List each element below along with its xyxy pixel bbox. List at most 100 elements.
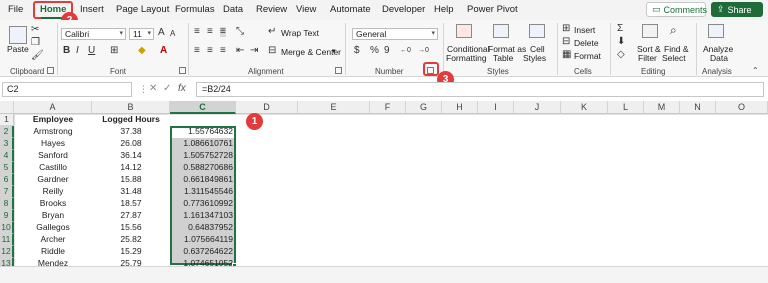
row-header[interactable]: 2 <box>0 126 14 138</box>
tab-data[interactable]: Data <box>223 4 243 15</box>
share-button[interactable]: ⇪ Share <box>711 2 763 17</box>
row-header[interactable]: 12 <box>0 246 14 258</box>
row-header[interactable]: 6 <box>0 174 14 186</box>
alignment-launcher-icon[interactable] <box>335 67 342 74</box>
cell-value[interactable]: 1.161347103 <box>170 210 236 222</box>
formula-input[interactable]: =B2/24 <box>196 82 764 97</box>
row-header[interactable]: 1 <box>0 114 14 126</box>
currency-button[interactable]: $ <box>354 46 360 56</box>
cell-value[interactable]: 0.773610992 <box>170 198 236 210</box>
column-header-a[interactable]: A <box>14 101 92 114</box>
row-header[interactable]: 8 <box>0 198 14 210</box>
font-name-box[interactable]: Calibri ▾ <box>61 28 126 40</box>
align-right-icon[interactable]: ≡ <box>220 46 226 56</box>
font-launcher-icon[interactable] <box>179 67 186 74</box>
cell-employee[interactable]: Gallegos <box>14 222 92 234</box>
cell-value[interactable]: 1.55764632 <box>170 126 236 138</box>
tab-file[interactable]: File <box>8 4 23 15</box>
row-header[interactable]: 7 <box>0 186 14 198</box>
align-middle-icon[interactable]: ≡ <box>207 27 213 37</box>
cell-styles-icon[interactable] <box>529 24 545 38</box>
cell-value[interactable]: 0.588270686 <box>170 162 236 174</box>
fill-icon[interactable]: ⬇ <box>617 37 625 47</box>
comments-button[interactable]: ▭ Comments <box>646 2 707 17</box>
collapse-ribbon-icon[interactable]: ⌃ <box>752 66 759 76</box>
cell-employee[interactable]: Archer <box>14 234 92 246</box>
align-center-icon[interactable]: ≡ <box>207 46 213 56</box>
column-header-k[interactable]: K <box>561 101 608 114</box>
worksheet-grid[interactable]: A B C D E F G H I J K L M N O 1234567891… <box>0 101 768 282</box>
number-format-box[interactable]: General ▾ <box>352 28 438 40</box>
paste-icon[interactable] <box>9 26 27 44</box>
tab-insert[interactable]: Insert <box>80 4 104 15</box>
cell-employee[interactable]: Castillo <box>14 162 92 174</box>
paste-button[interactable]: Paste <box>7 44 29 54</box>
bold-icon[interactable]: B <box>63 46 70 56</box>
column-header-i[interactable]: I <box>478 101 514 114</box>
align-top-icon[interactable]: ≡ <box>194 27 200 37</box>
cell-employee[interactable]: Riddle <box>14 246 92 258</box>
row-header[interactable]: 5 <box>0 162 14 174</box>
cell-value[interactable]: 0.637264622 <box>170 246 236 258</box>
cell-hours[interactable]: 36.14 <box>92 150 170 162</box>
row-header[interactable]: 10 <box>0 222 14 234</box>
column-header-j[interactable]: J <box>514 101 561 114</box>
percent-button[interactable]: % <box>370 46 379 56</box>
cancel-icon[interactable]: ✕ <box>149 84 157 94</box>
format-painter-icon[interactable]: 🖌 <box>31 51 44 61</box>
align-left-icon[interactable]: ≡ <box>194 46 200 56</box>
format-as-table-icon[interactable] <box>493 24 509 38</box>
cell-value[interactable]: 0.64837952 <box>170 222 236 234</box>
column-header-l[interactable]: L <box>608 101 644 114</box>
column-header-b[interactable]: B <box>92 101 170 114</box>
tab-power-pivot[interactable]: Power Pivot <box>467 4 518 15</box>
cell-hours[interactable]: 26.08 <box>92 138 170 150</box>
cell-hours[interactable]: 18.57 <box>92 198 170 210</box>
column-header-h[interactable]: H <box>442 101 478 114</box>
header-cell-logged-hours[interactable]: Logged Hours <box>92 114 170 126</box>
clear-icon[interactable]: ◇ <box>617 50 625 60</box>
column-header-c[interactable]: C <box>170 101 236 114</box>
clipboard-launcher-icon[interactable] <box>47 67 54 74</box>
insert-cells-button[interactable]: Insert <box>574 25 595 35</box>
row-header[interactable]: 11 <box>0 234 14 246</box>
cell-hours[interactable]: 37.38 <box>92 126 170 138</box>
tab-automate[interactable]: Automate <box>330 4 371 15</box>
tab-review[interactable]: Review <box>256 4 287 15</box>
find-select-icon[interactable]: ⌕ <box>670 24 677 36</box>
decrease-font-icon[interactable]: A <box>170 29 175 39</box>
cell-hours[interactable]: 14.12 <box>92 162 170 174</box>
cell-employee[interactable]: Brooks <box>14 198 92 210</box>
row-header[interactable]: 4 <box>0 150 14 162</box>
decrease-indent-icon[interactable]: ⇤ <box>236 46 244 56</box>
fill-color-icon[interactable]: ◆ <box>138 46 146 56</box>
cell-employee[interactable]: Reilly <box>14 186 92 198</box>
comma-button[interactable]: 9 <box>384 46 390 56</box>
tab-developer[interactable]: Developer <box>382 4 425 15</box>
cut-icon[interactable]: ✂ <box>31 25 39 35</box>
cell-hours[interactable]: 15.29 <box>92 246 170 258</box>
tab-page-layout[interactable]: Page Layout <box>116 4 169 15</box>
decrease-decimal-icon[interactable]: →0 <box>418 46 429 56</box>
column-header-e[interactable]: E <box>298 101 370 114</box>
cell-employee[interactable]: Hayes <box>14 138 92 150</box>
cell-hours[interactable]: 15.56 <box>92 222 170 234</box>
tab-help[interactable]: Help <box>434 4 454 15</box>
cell-hours[interactable]: 31.48 <box>92 186 170 198</box>
font-color-icon[interactable]: A <box>160 46 167 56</box>
column-header-d[interactable]: D <box>236 101 298 114</box>
cell-hours[interactable]: 15.88 <box>92 174 170 186</box>
cell-value[interactable]: 1.311545546 <box>170 186 236 198</box>
format-cells-button[interactable]: Format <box>574 51 601 61</box>
cell-hours[interactable]: 27.87 <box>92 210 170 222</box>
name-box[interactable]: C2 <box>2 82 132 97</box>
delete-cells-button[interactable]: Delete <box>574 38 599 48</box>
tab-home[interactable]: Home <box>40 4 66 15</box>
cell-value[interactable]: 1.086610761 <box>170 138 236 150</box>
increase-decimal-icon[interactable]: ←0 <box>400 46 411 56</box>
cell-value[interactable]: 0.661849861 <box>170 174 236 186</box>
cell-employee[interactable]: Sanford <box>14 150 92 162</box>
italic-icon[interactable]: I <box>76 46 79 56</box>
chevron-down-icon[interactable]: ▾ <box>332 47 336 55</box>
font-size-box[interactable]: 11 ▾ <box>129 28 154 40</box>
